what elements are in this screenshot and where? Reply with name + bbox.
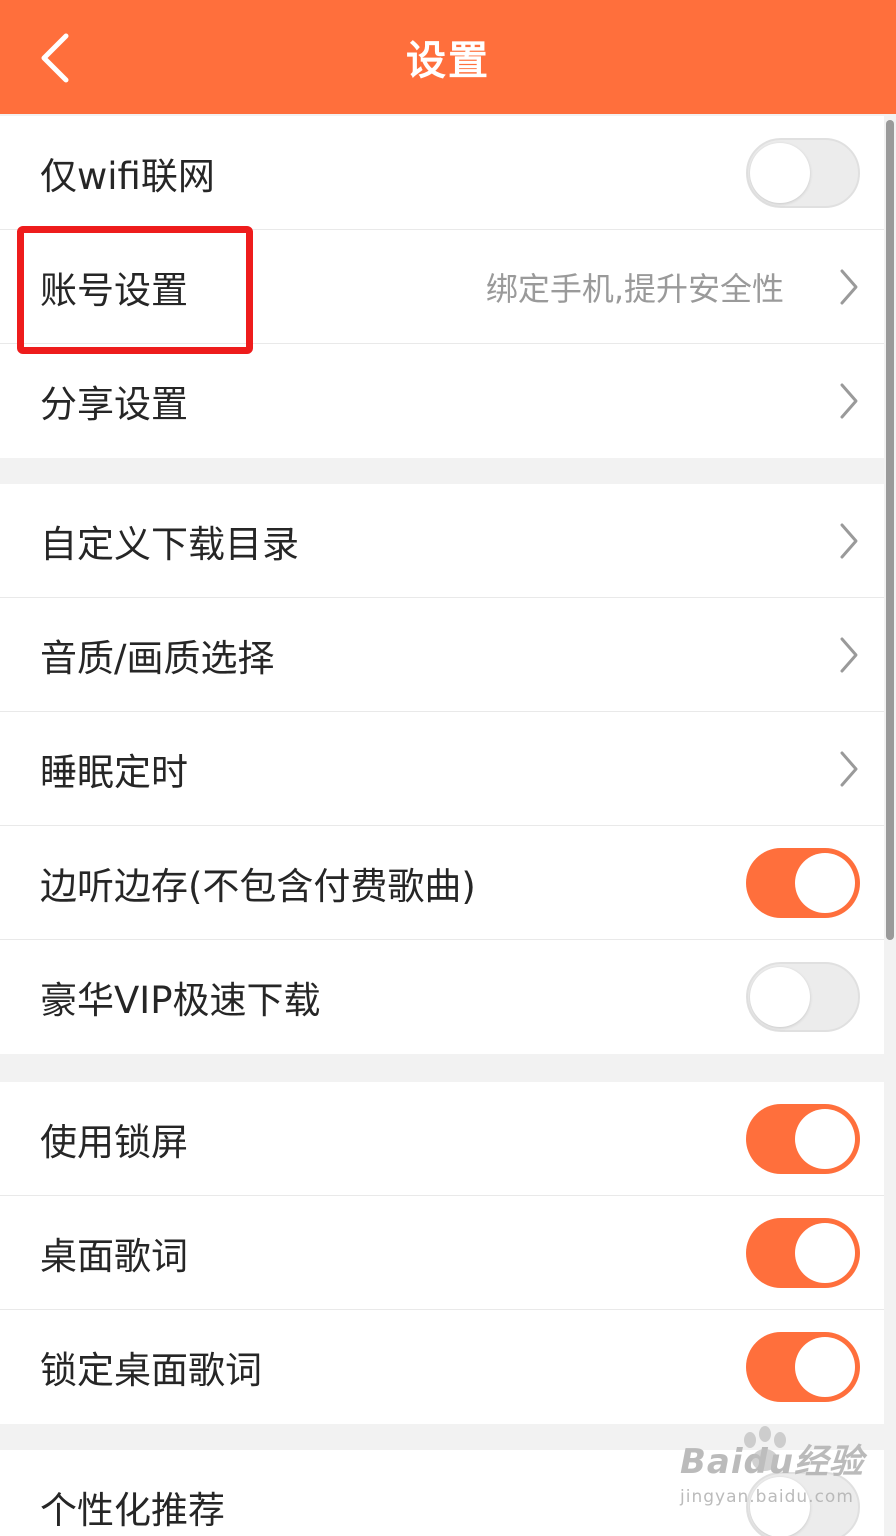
chevron-right-icon bbox=[840, 637, 858, 672]
annotation-highlight-box bbox=[17, 226, 253, 354]
chevron-right-icon bbox=[840, 269, 858, 304]
setting-label: 边听边存(不包含付费歌曲) bbox=[40, 864, 476, 908]
cache-while-listening-toggle[interactable] bbox=[746, 847, 860, 918]
toggle-knob bbox=[750, 142, 810, 203]
toggle-knob bbox=[795, 1222, 855, 1283]
back-arrow-icon[interactable] bbox=[36, 30, 76, 86]
setting-row-vip-fast-download[interactable]: 豪华VIP极速下载 bbox=[0, 940, 884, 1054]
lock-screen-toggle[interactable] bbox=[746, 1103, 860, 1174]
toggle-knob bbox=[795, 852, 855, 913]
setting-row-wifi-only[interactable]: 仅wifi联网 bbox=[0, 116, 884, 230]
setting-row-sleep-timer[interactable]: 睡眠定时 bbox=[0, 712, 884, 826]
app-header: 设置 bbox=[0, 0, 896, 114]
setting-row-lock-desktop-lyrics[interactable]: 锁定桌面歌词 bbox=[0, 1310, 884, 1424]
settings-group-download: 自定义下载目录 音质/画质选择 睡眠定时 边听边存(不包含付费歌曲) 豪华VIP… bbox=[0, 484, 884, 1054]
setting-row-quality[interactable]: 音质/画质选择 bbox=[0, 598, 884, 712]
setting-label: 睡眠定时 bbox=[40, 750, 188, 794]
toggle-knob bbox=[750, 967, 810, 1027]
setting-label: 锁定桌面歌词 bbox=[40, 1349, 262, 1392]
scrollbar[interactable] bbox=[886, 120, 894, 940]
page-title: 设置 bbox=[406, 38, 490, 84]
paw-logo-icon bbox=[744, 1426, 786, 1471]
setting-label: 仅wifi联网 bbox=[40, 154, 215, 198]
setting-row-lock-screen[interactable]: 使用锁屏 bbox=[0, 1082, 884, 1196]
lock-desktop-lyrics-toggle[interactable] bbox=[746, 1332, 860, 1402]
chevron-right-icon bbox=[840, 383, 858, 419]
setting-label: 个性化推荐 bbox=[40, 1489, 225, 1532]
setting-row-cache-while-listening[interactable]: 边听边存(不包含付费歌曲) bbox=[0, 826, 884, 940]
setting-label: 分享设置 bbox=[40, 383, 188, 426]
setting-hint: 绑定手机,提升安全性 bbox=[485, 269, 784, 308]
watermark-url: jingyan.baidu.com bbox=[680, 1487, 854, 1507]
setting-row-share[interactable]: 分享设置 bbox=[0, 344, 884, 458]
toggle-knob bbox=[795, 1337, 855, 1397]
chevron-right-icon bbox=[840, 751, 858, 786]
desktop-lyrics-toggle[interactable] bbox=[746, 1217, 860, 1288]
setting-label: 使用锁屏 bbox=[40, 1120, 188, 1164]
setting-label: 音质/画质选择 bbox=[40, 636, 275, 680]
settings-group-lockscreen-lyrics: 使用锁屏 桌面歌词 锁定桌面歌词 bbox=[0, 1082, 884, 1424]
vip-fast-download-toggle[interactable] bbox=[746, 962, 860, 1032]
baidu-watermark: Baidu经验 jingyan.baidu.com bbox=[680, 1426, 890, 1524]
setting-row-download-dir[interactable]: 自定义下载目录 bbox=[0, 484, 884, 598]
chevron-right-icon bbox=[840, 523, 858, 558]
setting-label: 自定义下载目录 bbox=[40, 522, 299, 566]
wifi-only-toggle[interactable] bbox=[746, 137, 860, 208]
setting-label: 桌面歌词 bbox=[40, 1234, 188, 1278]
setting-label: 豪华VIP极速下载 bbox=[40, 979, 321, 1022]
setting-row-desktop-lyrics[interactable]: 桌面歌词 bbox=[0, 1196, 884, 1310]
toggle-knob bbox=[795, 1108, 855, 1169]
